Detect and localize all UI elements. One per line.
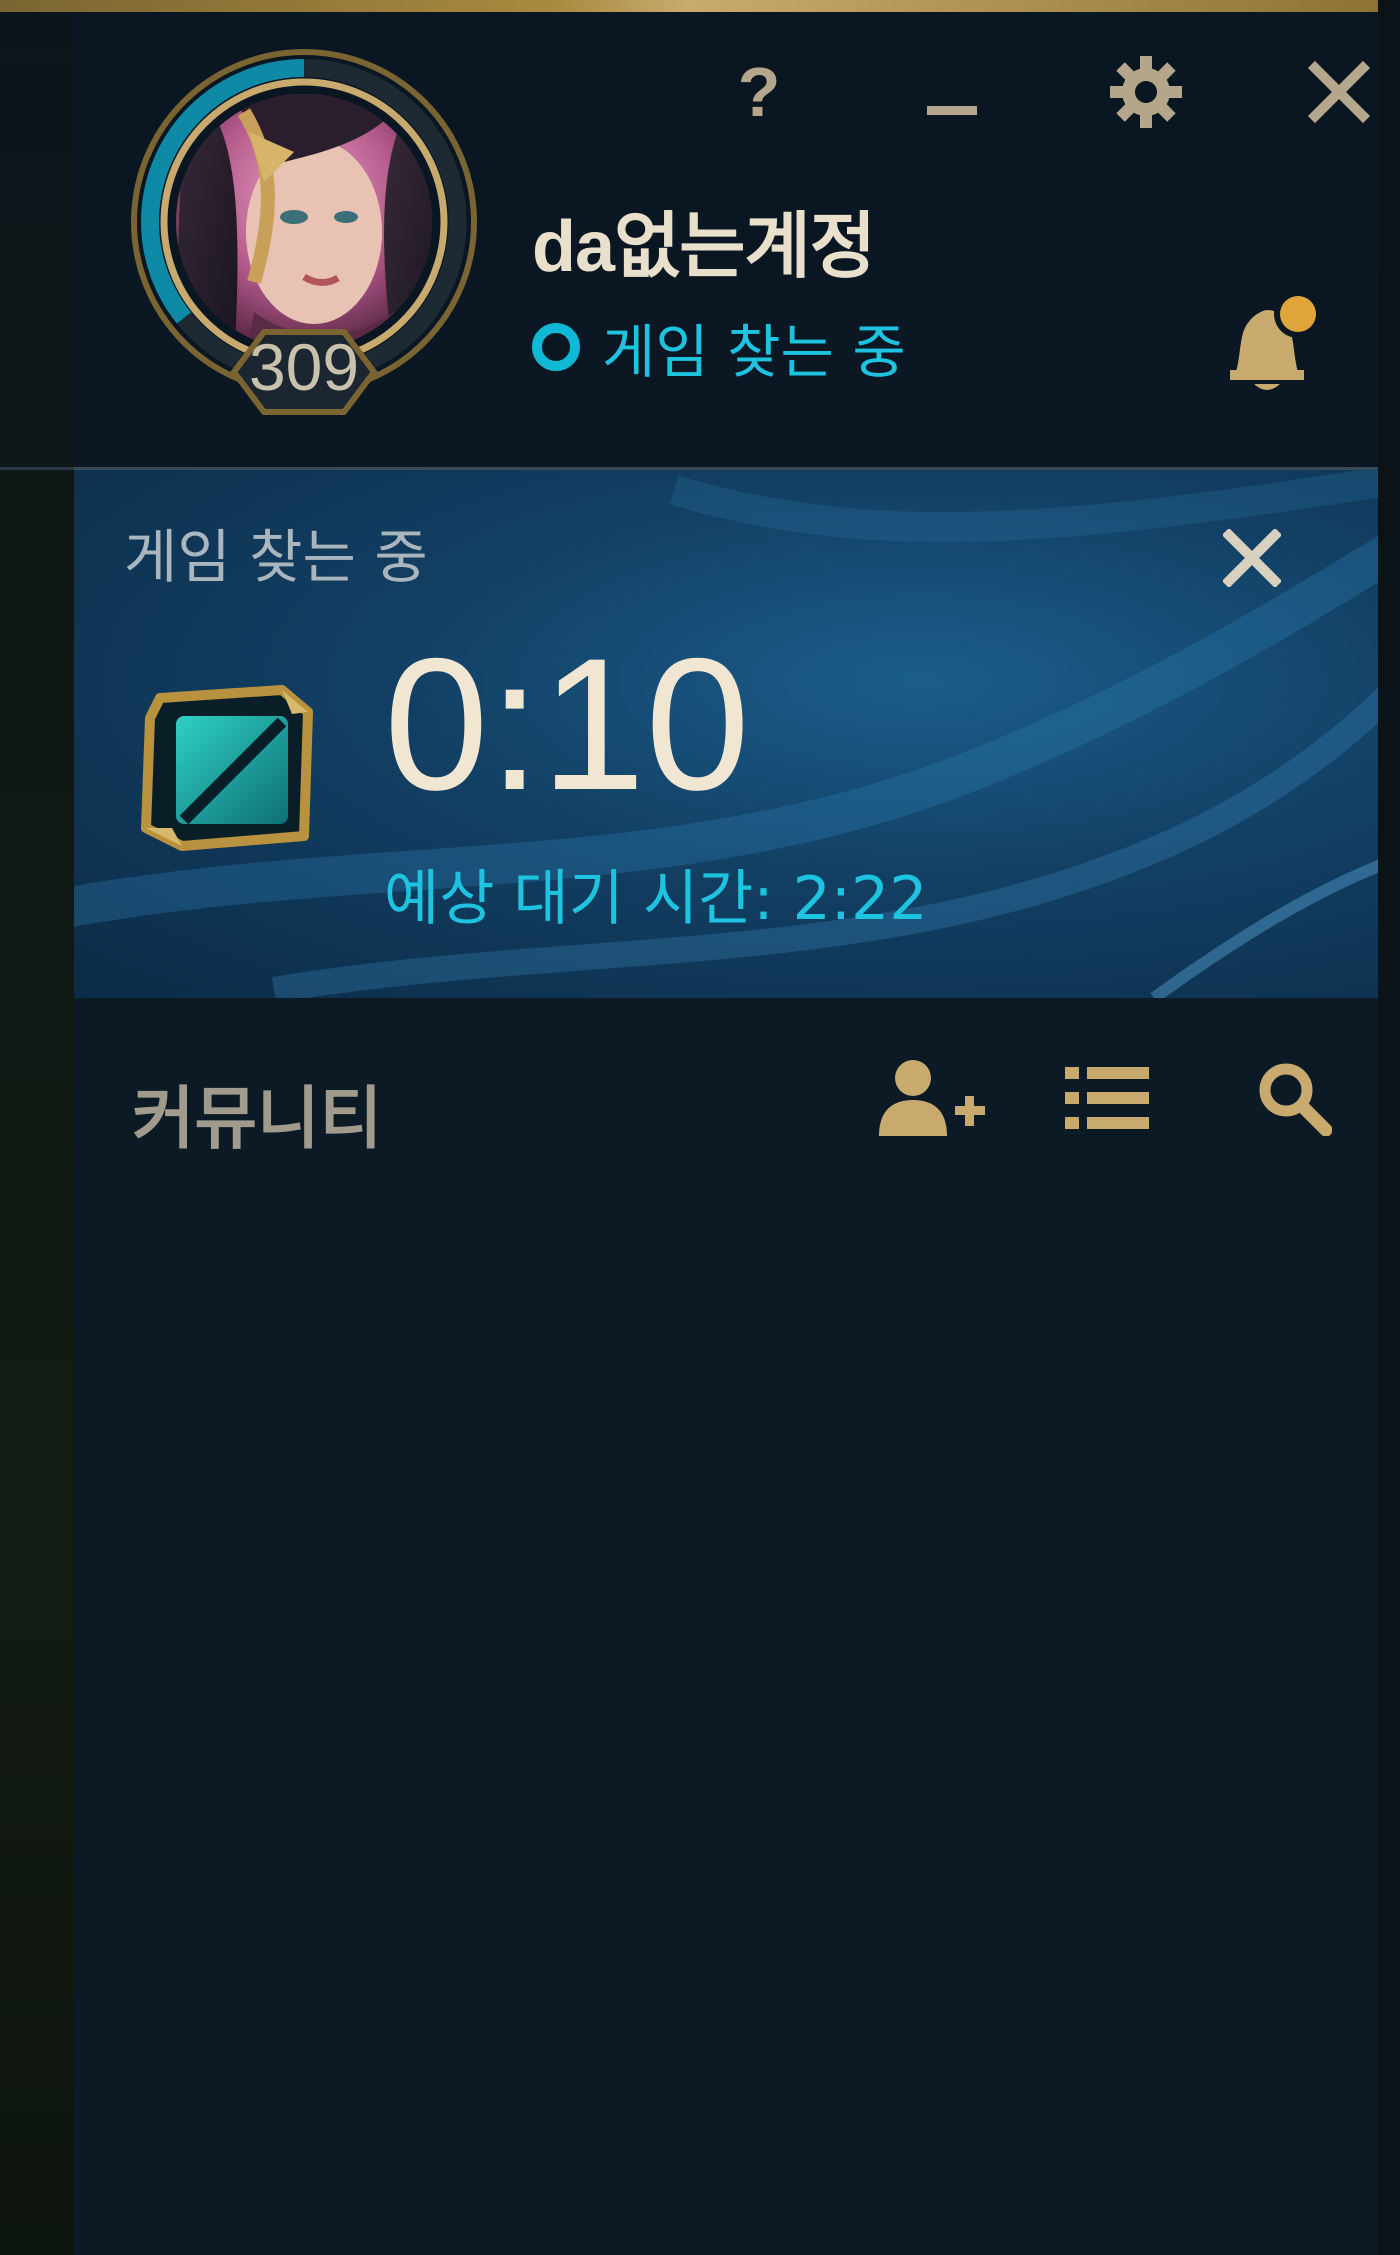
list-icon xyxy=(1065,1067,1149,1129)
social-panel: ? 309 da없는계정 게임 찾는 중 게임 찾는 중 0:10 예상 대기 … xyxy=(74,12,1378,2255)
community-section: 커뮤니티 xyxy=(74,998,1378,2255)
community-title: 커뮤니티 xyxy=(132,1081,383,1157)
username: da없는계정 xyxy=(532,207,876,287)
divider xyxy=(0,467,74,470)
status-text: 게임 찾는 중 xyxy=(602,318,906,386)
help-button[interactable]: ? xyxy=(719,52,799,132)
settings-button[interactable] xyxy=(1106,52,1186,132)
help-label: ? xyxy=(737,53,781,131)
bell-icon xyxy=(1230,290,1322,390)
background-left-edge xyxy=(0,0,74,2255)
level-badge: 309 xyxy=(249,330,359,404)
status-dot-icon xyxy=(532,323,580,371)
notifications-button[interactable] xyxy=(1206,290,1326,402)
profile-header: ? 309 da없는계정 게임 찾는 중 xyxy=(74,12,1378,467)
cancel-queue-button[interactable] xyxy=(1214,520,1290,596)
queue-title: 게임 찾는 중 xyxy=(124,523,428,591)
search-icon xyxy=(1259,1063,1332,1136)
queue-estimate: 예상 대기 시간: 2:22 xyxy=(384,864,928,934)
queue-mode-icon xyxy=(132,678,322,858)
queue-banner: 게임 찾는 중 0:10 예상 대기 시간: 2:22 xyxy=(74,470,1378,998)
status-row[interactable]: 게임 찾는 중 xyxy=(532,307,906,387)
avatar[interactable]: 309 xyxy=(124,42,484,442)
minimize-button[interactable] xyxy=(912,52,992,132)
list-view-button[interactable] xyxy=(1058,1048,1158,1148)
gear-icon xyxy=(1110,56,1182,128)
close-window-button[interactable] xyxy=(1299,52,1379,132)
add-friend-button[interactable] xyxy=(874,1048,994,1148)
window-top-border xyxy=(0,0,1378,12)
search-button[interactable] xyxy=(1244,1048,1344,1148)
queue-elapsed-timer: 0:10 xyxy=(384,619,750,829)
close-icon xyxy=(1307,60,1371,124)
close-icon xyxy=(1223,529,1281,587)
minimize-icon xyxy=(927,106,977,115)
window-right-edge xyxy=(1378,0,1400,2255)
champion-portrait: 309 xyxy=(131,49,477,415)
add-friend-icon xyxy=(879,1060,985,1136)
